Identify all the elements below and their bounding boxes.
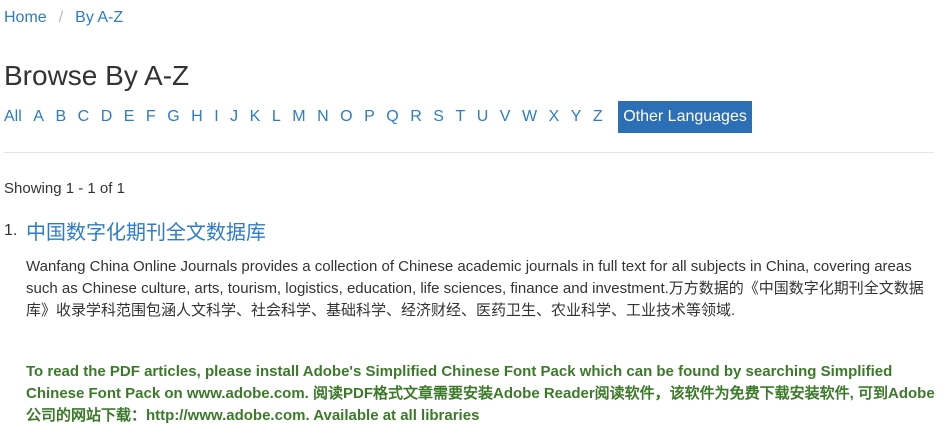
az-link-u[interactable]: U bbox=[477, 108, 489, 126]
az-link-b[interactable]: B bbox=[55, 108, 66, 126]
az-link-g[interactable]: G bbox=[167, 108, 179, 126]
result-number: 1. bbox=[4, 222, 18, 239]
az-link-n[interactable]: N bbox=[317, 108, 329, 126]
result-title-link[interactable]: 中国数字化期刊全文数据库 bbox=[26, 216, 266, 245]
breadcrumb: Home / By A-Z bbox=[4, 9, 123, 27]
breadcrumb-home-link[interactable]: Home bbox=[4, 9, 47, 27]
az-link-e[interactable]: E bbox=[124, 108, 135, 126]
az-link-f[interactable]: F bbox=[146, 108, 156, 126]
az-link-c[interactable]: C bbox=[78, 108, 90, 126]
result-note: To read the PDF articles, please install… bbox=[26, 363, 935, 424]
az-link-k[interactable]: K bbox=[250, 108, 261, 126]
breadcrumb-separator: / bbox=[58, 9, 64, 26]
az-link-d[interactable]: D bbox=[101, 108, 113, 126]
az-link-a[interactable]: A bbox=[33, 108, 44, 126]
az-link-p[interactable]: P bbox=[364, 108, 375, 126]
az-link-w[interactable]: W bbox=[522, 108, 537, 126]
az-link-q[interactable]: Q bbox=[386, 108, 398, 126]
az-link-i[interactable]: I bbox=[214, 108, 218, 126]
results-count: Showing 1 - 1 of 1 bbox=[4, 180, 125, 197]
result-description: Wanfang China Online Journals provides a… bbox=[26, 258, 924, 319]
az-link-z[interactable]: Z bbox=[593, 108, 603, 126]
page: Home / By A-Z Browse By A-Z All A B C D … bbox=[0, 0, 948, 439]
az-link-y[interactable]: Y bbox=[571, 108, 582, 126]
az-link-v[interactable]: V bbox=[500, 108, 511, 126]
breadcrumb-current-link[interactable]: By A-Z bbox=[75, 9, 123, 27]
az-link-r[interactable]: R bbox=[410, 108, 422, 126]
az-link-j[interactable]: J bbox=[230, 108, 238, 126]
az-link-all[interactable]: All bbox=[4, 108, 22, 126]
az-link-h[interactable]: H bbox=[191, 108, 203, 126]
az-letter-list: All A B C D E F G H I J K L M N O P Q R … bbox=[4, 101, 752, 133]
az-link-s[interactable]: S bbox=[433, 108, 444, 126]
az-link-x[interactable]: X bbox=[549, 108, 560, 126]
az-link-l[interactable]: L bbox=[272, 108, 281, 126]
page-title: Browse By A-Z bbox=[4, 60, 190, 91]
az-link-t[interactable]: T bbox=[455, 108, 465, 126]
az-link-o[interactable]: O bbox=[340, 108, 352, 126]
other-languages-button[interactable]: Other Languages bbox=[618, 101, 752, 133]
az-link-m[interactable]: M bbox=[292, 108, 305, 126]
section-divider bbox=[4, 152, 934, 153]
